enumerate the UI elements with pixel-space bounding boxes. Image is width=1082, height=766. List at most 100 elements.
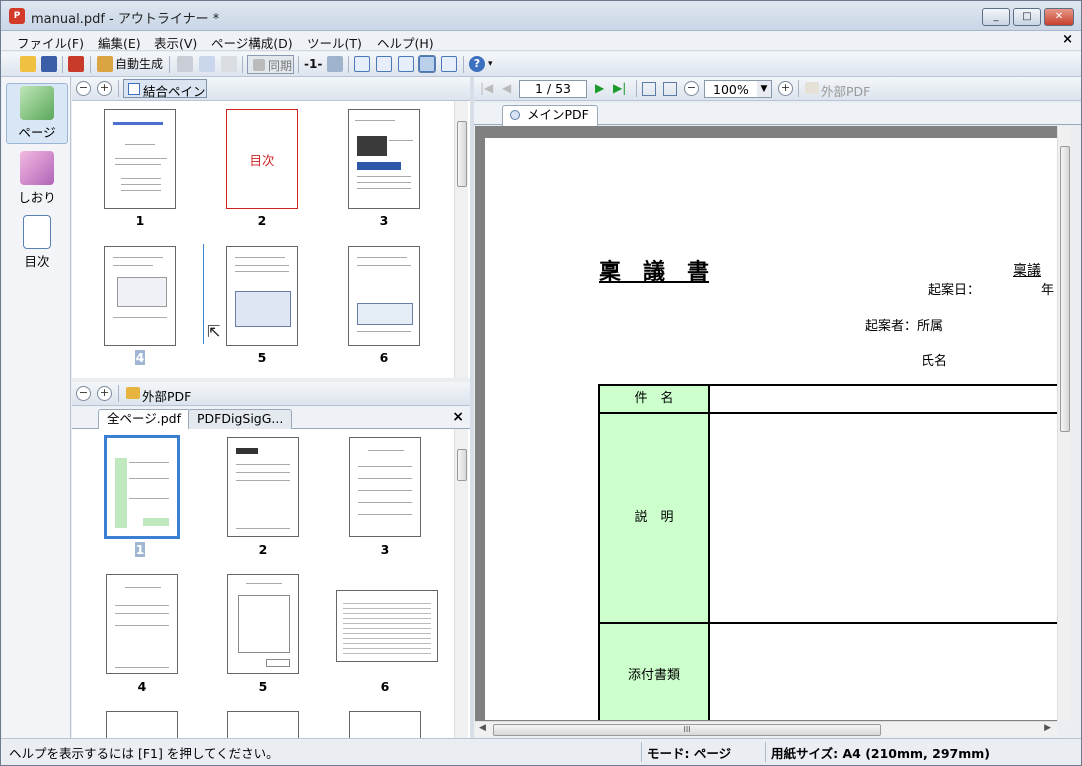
- scroll-left-icon[interactable]: ◀: [479, 723, 486, 733]
- maximize-button[interactable]: □: [1013, 8, 1041, 26]
- combine-pane-icon: [128, 83, 140, 95]
- prev-page-icon[interactable]: ◀: [502, 81, 511, 95]
- pdf-export-icon[interactable]: [68, 56, 84, 72]
- layout-single-icon[interactable]: [354, 56, 370, 72]
- menu-edit[interactable]: 編集(E): [98, 33, 141, 52]
- tab-all-pages[interactable]: 全ページ.pdf: [98, 409, 190, 430]
- doc-row-label-attachments: 添付書類: [600, 624, 710, 720]
- doc-title: 稟 議 書: [599, 259, 710, 285]
- external-pdf-button[interactable]: 外部PDF: [142, 386, 191, 405]
- main-toolbar: 自動生成 同期 -1- ? ▾: [1, 52, 1081, 77]
- top-thumb-1[interactable]: [104, 109, 176, 209]
- page-number-button[interactable]: -1-: [304, 55, 322, 74]
- bottom-thumb-1[interactable]: [104, 435, 180, 539]
- doc-row-label-description: 説 明: [600, 414, 710, 624]
- left-nav: ページ しおり 目次: [2, 77, 71, 738]
- fit-width-icon[interactable]: [663, 82, 677, 96]
- tab-main-pdf-label: メインPDF: [527, 107, 589, 122]
- viewer-hscrollbar[interactable]: ◀ III ▶: [475, 721, 1057, 737]
- close-tab-icon[interactable]: ×: [452, 409, 464, 425]
- bottom-tabs: 全ページ.pdf PDFDigSigG... ×: [72, 407, 470, 430]
- zoom-value: 100%: [713, 82, 749, 97]
- save-icon[interactable]: [41, 56, 57, 72]
- layout-split-icon[interactable]: [418, 55, 436, 73]
- doc-kian-date: 起案日：: [928, 283, 981, 298]
- nav-bookmarks[interactable]: しおり: [6, 151, 68, 206]
- status-help: ヘルプを表示するには [F1] を押してください。: [9, 746, 279, 761]
- viewer-zoom-in-icon[interactable]: +: [778, 81, 793, 96]
- viewer-external-pdf[interactable]: 外部PDF: [821, 81, 870, 100]
- combine-pane-button[interactable]: 結合ペイン: [123, 79, 207, 99]
- open-icon[interactable]: [20, 56, 36, 72]
- nav-pages[interactable]: ページ: [6, 83, 68, 144]
- zoom-select[interactable]: 100% ▼: [704, 80, 772, 98]
- cut-icon[interactable]: [177, 56, 193, 72]
- menu-file[interactable]: ファイル(F): [17, 33, 84, 52]
- nav-pages-label: ページ: [18, 125, 56, 140]
- status-mode: モード: ページ: [647, 746, 732, 761]
- splitter[interactable]: [470, 77, 474, 738]
- nav-toc-label: 目次: [24, 254, 50, 269]
- top-thumb-5[interactable]: [226, 246, 298, 346]
- copy-icon[interactable]: [199, 56, 215, 72]
- bottom-thumb-num-3: 3: [380, 542, 390, 557]
- bottom-zoom-in-icon[interactable]: +: [97, 386, 112, 401]
- bottom-zoom-out-icon[interactable]: −: [76, 386, 91, 401]
- help-icon[interactable]: ?: [469, 56, 485, 72]
- layout-double-icon[interactable]: [376, 56, 392, 72]
- sync-button[interactable]: 同期: [247, 55, 294, 74]
- bottom-thumb-5[interactable]: [227, 574, 299, 674]
- next-page-icon[interactable]: ▶: [595, 81, 604, 95]
- close-button[interactable]: ✕: [1044, 8, 1074, 26]
- viewer-vscrollbar[interactable]: [1057, 126, 1071, 721]
- tab-main-pdf[interactable]: メインPDF: [502, 105, 598, 126]
- status-paper: 用紙サイズ: A4 (210mm, 297mm): [771, 746, 991, 761]
- bottom-thumb-6[interactable]: [336, 590, 438, 662]
- menu-view[interactable]: 表示(V): [154, 33, 197, 52]
- insert-marker: [203, 244, 204, 344]
- hscroll-thumb[interactable]: III: [493, 724, 881, 736]
- viewer-toolbar: |◀ ◀ 1 / 53 ▶ ▶| − 100% ▼ + 外部PDF: [474, 77, 1081, 101]
- edit-page-icon[interactable]: [327, 56, 343, 72]
- doc-kian-sha: 起案者：所属: [865, 319, 944, 334]
- minimize-button[interactable]: _: [982, 8, 1010, 26]
- top-thumb-4[interactable]: [104, 246, 176, 346]
- zoom-out-icon[interactable]: −: [76, 81, 91, 96]
- menu-page-structure[interactable]: ページ構成(D): [211, 33, 293, 52]
- top-pane-scrollbar[interactable]: [454, 101, 468, 378]
- viewer-zoom-out-icon[interactable]: −: [684, 81, 699, 96]
- top-thumb-3[interactable]: [348, 109, 420, 209]
- bottom-thumb-num-5: 5: [258, 679, 268, 694]
- top-thumb-num-6: 6: [379, 350, 389, 365]
- paste-icon[interactable]: [221, 56, 237, 72]
- auto-generate-button[interactable]: 自動生成: [115, 55, 163, 74]
- bottom-thumb-4[interactable]: [106, 574, 178, 674]
- layout-left-icon[interactable]: [398, 56, 414, 72]
- scroll-right-icon[interactable]: ▶: [1044, 723, 1051, 733]
- bottom-thumb-7[interactable]: [106, 711, 178, 738]
- bottom-thumb-9[interactable]: [349, 711, 421, 738]
- nav-toc[interactable]: 目次: [6, 215, 68, 270]
- tab-pdfdigsig[interactable]: PDFDigSigG...: [188, 409, 293, 429]
- page-input[interactable]: 1 / 53: [519, 80, 587, 98]
- help-dropdown-icon[interactable]: ▾: [488, 55, 493, 74]
- top-thumb-num-2: 2: [257, 213, 267, 228]
- bottom-thumb-3[interactable]: [349, 437, 421, 537]
- bottom-pane-scrollbar[interactable]: [454, 429, 468, 738]
- menu-help[interactable]: ヘルプ(H): [377, 33, 434, 52]
- status-bar: ヘルプを表示するには [F1] を押してください。 モード: ページ 用紙サイズ…: [1, 738, 1081, 765]
- bottom-thumb-2[interactable]: [227, 437, 299, 537]
- close-document-icon[interactable]: ×: [1062, 32, 1073, 47]
- top-thumb-6[interactable]: [348, 246, 420, 346]
- zoom-in-icon[interactable]: +: [97, 81, 112, 96]
- first-page-icon[interactable]: |◀: [480, 81, 493, 95]
- menu-tools[interactable]: ツール(T): [307, 33, 362, 52]
- top-thumb-2[interactable]: 目次: [226, 109, 298, 209]
- bottom-thumb-8[interactable]: [227, 711, 299, 738]
- magic-wand-icon[interactable]: [97, 56, 113, 72]
- top-thumb-num-5: 5: [257, 350, 267, 365]
- last-page-icon[interactable]: ▶|: [613, 81, 626, 95]
- zoom-dropdown-icon[interactable]: ▼: [757, 81, 771, 97]
- fit-page-icon[interactable]: [642, 82, 656, 96]
- layout-right-icon[interactable]: [441, 56, 457, 72]
